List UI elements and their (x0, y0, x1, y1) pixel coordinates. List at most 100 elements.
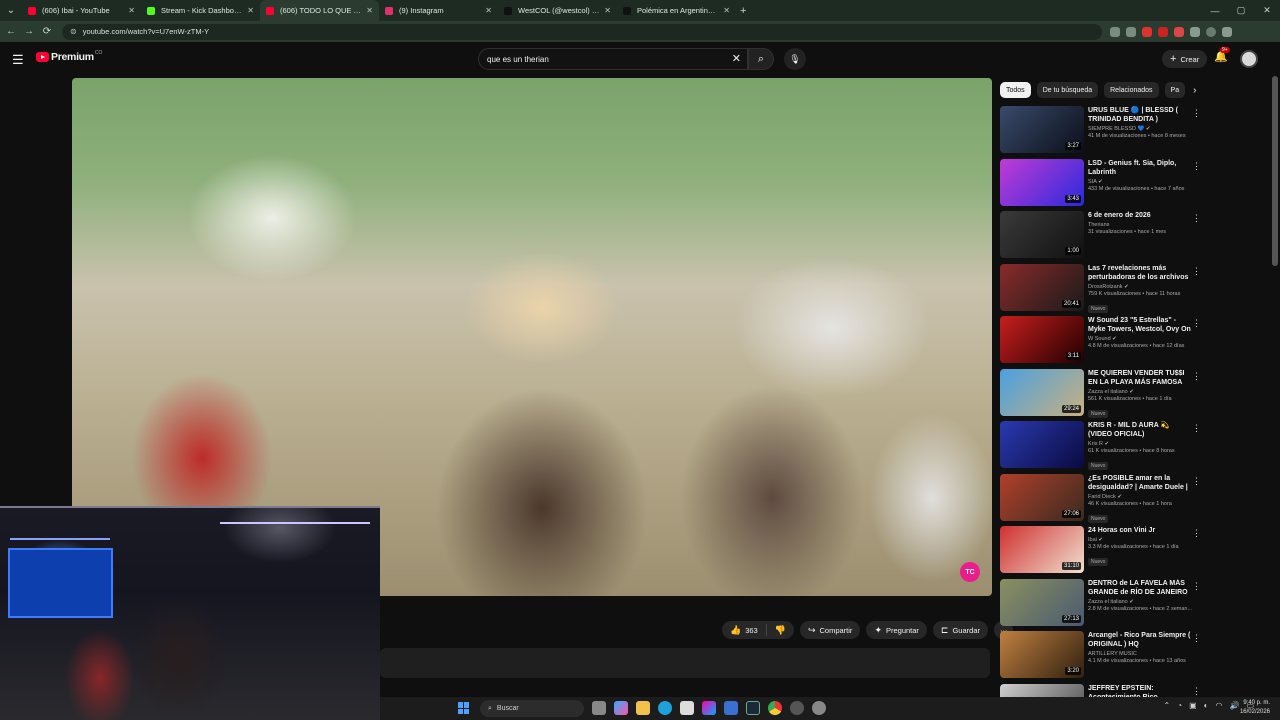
recommended-video[interactable]: 27:13 DENTRO de LA FAVELA MÁS GRANDE de R… (1000, 578, 1205, 632)
extension-abp-icon[interactable] (1158, 26, 1168, 37)
reload-icon[interactable]: ⟳ (38, 26, 56, 37)
tray-chevron-icon[interactable]: ⌃ (1164, 701, 1171, 710)
video-title[interactable]: ME QUIEREN VENDER TU$$I EN LA PLAYA MÁS … (1088, 369, 1192, 387)
channel-name[interactable]: Ibai ✔ (1088, 537, 1192, 543)
browser-tab[interactable]: (9) Instagram ✕ (379, 0, 498, 21)
new-tab-button[interactable]: + (740, 5, 746, 17)
video-title[interactable]: 6 de enero de 2026 (1088, 211, 1192, 220)
close-tab-icon[interactable]: ✕ (128, 6, 135, 15)
profile-icon[interactable] (1206, 26, 1216, 37)
share-button[interactable]: ↪ Compartir (799, 621, 861, 639)
more-vertical-icon[interactable]: ⋮ (1192, 528, 1201, 539)
video-title[interactable]: W Sound 23 "5 Estrellas" - Myke Towers, … (1088, 316, 1192, 334)
recommended-video[interactable]: JEFFREY EPSTEIN: Acontecimiento Rico... ⋮ (1000, 683, 1205, 699)
video-title[interactable]: URUS BLUE 🔵 | BLESSD ( TRINIDAD BENDITA … (1088, 106, 1192, 124)
video-title[interactable]: Las 7 revelaciones más perturbadoras de … (1088, 264, 1192, 282)
more-vertical-icon[interactable]: ⋮ (1192, 686, 1201, 697)
extension-red-icon[interactable] (1142, 26, 1152, 37)
settings-gear-icon[interactable] (812, 701, 826, 715)
video-title[interactable]: JEFFREY EPSTEIN: Acontecimiento Rico... (1088, 684, 1192, 699)
video-title[interactable]: LSD - Genius ft. Sia, Diplo, Labrinth (1088, 159, 1192, 177)
account-avatar[interactable] (1240, 50, 1258, 68)
more-vertical-icon[interactable]: ⋮ (1192, 266, 1201, 277)
app-blue-icon[interactable] (724, 701, 738, 715)
video-thumbnail[interactable]: 31:10 (1000, 526, 1084, 573)
recommended-video[interactable]: 3:11 W Sound 23 "5 Estrellas" - Myke Towe… (1000, 316, 1205, 369)
more-vertical-icon[interactable]: ⋮ (1192, 318, 1201, 329)
close-window-icon[interactable]: ✕ (1254, 0, 1280, 21)
recommended-video[interactable]: 3:43 LSD - Genius ft. Sia, Diplo, Labrint… (1000, 158, 1205, 212)
youtube-logo[interactable]: Premium CO (36, 50, 102, 63)
voice-search-button[interactable]: 🎙 (784, 48, 806, 70)
tray-icon[interactable]: ▣ (1189, 701, 1197, 710)
video-thumbnail[interactable]: 3:20 (1000, 631, 1084, 678)
page-scrollbar[interactable] (1272, 76, 1278, 266)
video-thumbnail[interactable] (1000, 683, 1084, 698)
video-thumbnail[interactable]: 3:27 (1000, 106, 1084, 153)
maximize-icon[interactable]: ▢ (1228, 0, 1254, 21)
video-title[interactable]: KRIS R - MIL D AURA 💫 (VIDEO OFICIAL) (1088, 421, 1192, 439)
edge-icon[interactable] (658, 701, 672, 715)
recommended-video[interactable]: 27:06 ¿Es POSIBLE amar en la desigualdad?… (1000, 473, 1205, 527)
channel-name[interactable]: SIEMPRE BLESSD 💙 ✔ (1088, 126, 1192, 132)
search-button[interactable]: ⌕ (748, 48, 774, 70)
cast-icon[interactable] (1110, 26, 1120, 37)
channel-name[interactable]: DrossRotzank ✔ (1088, 284, 1192, 290)
close-tab-icon[interactable]: ✕ (247, 6, 254, 15)
tab-search-icon[interactable]: ⌄ (0, 0, 22, 21)
channel-name[interactable]: Therians (1088, 222, 1192, 228)
store-icon[interactable] (680, 701, 694, 715)
channel-name[interactable]: W Sound ✔ (1088, 336, 1192, 342)
recommended-video[interactable]: 29:24 ME QUIEREN VENDER TU$$I EN LA PLAYA… (1000, 368, 1205, 422)
video-title[interactable]: DENTRO de LA FAVELA MÁS GRANDE de RÍO DE… (1088, 579, 1192, 597)
bookmark-star-icon[interactable] (1126, 26, 1136, 37)
recommended-video[interactable]: 31:10 24 Horas con Vini Jr Ibai ✔ 3.3 M de … (1000, 526, 1205, 579)
channel-name[interactable]: ARTILLERY MUSIC (1088, 651, 1192, 657)
notifications-button[interactable]: 🔔 9+ (1214, 47, 1230, 63)
browser-tab[interactable]: WestCOL (@westcol) | TikTok✕ (498, 0, 617, 21)
browser-tab[interactable]: Polémica en Argentina: Jóvenes... ✕ (617, 0, 736, 21)
file-explorer-icon[interactable] (636, 701, 650, 715)
recommended-video[interactable]: KRIS R - MIL D AURA 💫 (VIDEO OFICIAL) Kri… (1000, 421, 1205, 474)
create-button[interactable]: + Crear (1162, 50, 1208, 68)
filter-chip[interactable]: De tu búsqueda (1036, 82, 1099, 98)
browser-tab[interactable]: (606) TODO LO QUE TIENES que... ✕ (260, 0, 379, 21)
browser-menu-icon[interactable] (1222, 26, 1232, 37)
dislike-button[interactable]: 👎 (767, 625, 794, 636)
minimize-icon[interactable]: — (1202, 0, 1228, 21)
clock[interactable]: 9:40 p. m. 16/02/2026 (1240, 699, 1270, 717)
recommended-video[interactable]: 3:27 URUS BLUE 🔵 | BLESSD ( TRINIDAD BEND… (1000, 106, 1205, 159)
windows-start-icon[interactable] (458, 702, 470, 714)
video-thumbnail[interactable] (1000, 421, 1084, 468)
video-title[interactable]: 24 Horas con Vini Jr (1088, 526, 1192, 535)
channel-name[interactable]: Kris R ✔ (1088, 441, 1192, 447)
more-vertical-icon[interactable]: ⋮ (1192, 161, 1201, 172)
more-vertical-icon[interactable]: ⋮ (1192, 108, 1201, 119)
channel-name[interactable]: SIA ✔ (1088, 179, 1192, 185)
taskbar-search[interactable]: ⌕ Buscar (480, 700, 584, 717)
chrome-icon[interactable] (768, 701, 782, 715)
tray-icon[interactable]: ◐ (1204, 701, 1209, 710)
video-thumbnail[interactable]: 27:06 (1000, 473, 1084, 521)
search-input[interactable]: que es un therian ✕ (478, 48, 748, 70)
copilot-icon[interactable] (614, 701, 628, 715)
app-icon[interactable] (702, 701, 716, 715)
more-vertical-icon[interactable]: ⋮ (1192, 423, 1201, 434)
video-thumbnail[interactable]: 20:41 (1000, 263, 1084, 311)
tray-icon[interactable]: ◔ (1177, 701, 1182, 710)
close-tab-icon[interactable]: ✕ (366, 6, 373, 15)
save-button[interactable]: ⊏ Guardar (932, 621, 988, 639)
chevron-right-icon[interactable]: › (1193, 85, 1196, 96)
channel-name[interactable]: Farid Dieck ✔ (1088, 494, 1192, 500)
video-thumbnail[interactable]: 1:00 (1000, 211, 1084, 258)
browser-tab[interactable]: Stream - Kick Dashboard ✕ (141, 0, 260, 21)
description-box[interactable] (380, 648, 990, 678)
url-field[interactable]: ⊜ youtube.com/watch?v=U7enW-zTM-Y (62, 23, 1102, 40)
extensions-puzzle-icon[interactable] (1190, 26, 1200, 37)
close-tab-icon[interactable]: ✕ (604, 6, 611, 15)
video-thumbnail[interactable]: 3:43 (1000, 158, 1084, 206)
ask-button[interactable]: ✦ Preguntar (866, 621, 927, 639)
filter-chip[interactable]: Relacionados (1104, 82, 1159, 98)
more-vertical-icon[interactable]: ⋮ (1192, 371, 1201, 382)
wifi-icon[interactable]: ◠ (1215, 701, 1222, 710)
